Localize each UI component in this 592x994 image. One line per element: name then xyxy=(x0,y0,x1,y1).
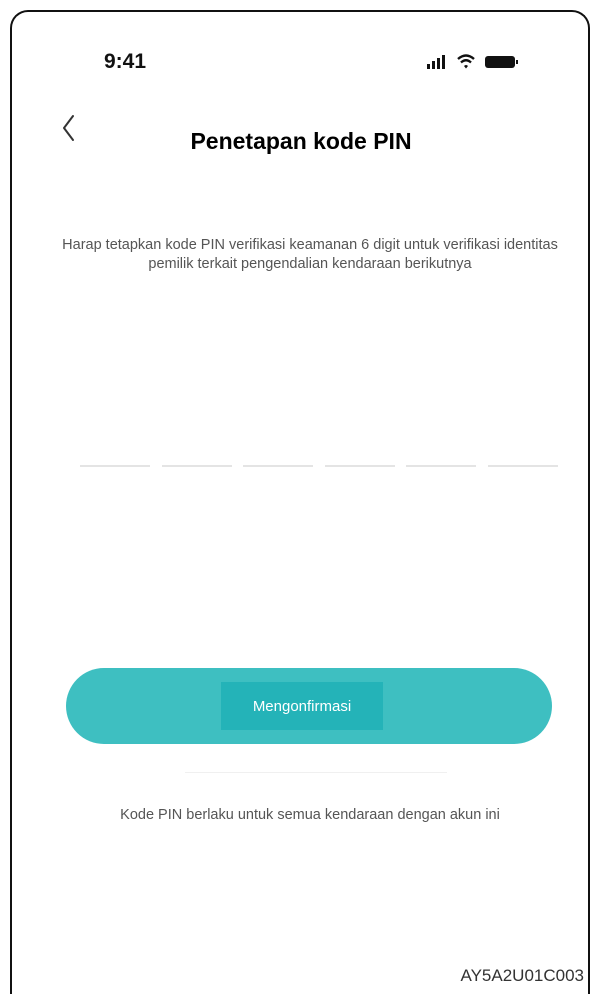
pin-digit-slot-2[interactable] xyxy=(161,465,232,467)
pin-input[interactable] xyxy=(80,465,558,471)
pin-description: Harap tetapkan kode PIN verifikasi keama… xyxy=(62,237,558,272)
divider xyxy=(185,772,447,773)
confirm-button-label[interactable]: Mengonfirmasi xyxy=(221,682,383,730)
phone-frame xyxy=(10,10,590,994)
document-code: AY5A2U01C003 xyxy=(460,966,585,985)
pin-digit-slot-5[interactable] xyxy=(406,465,477,467)
pin-setup-screen: 9:41 Penetapan kode PIN Harap tetapkan k… xyxy=(0,0,592,994)
pin-digit-slot-3[interactable] xyxy=(243,465,314,467)
signal-bars-icon xyxy=(427,55,445,69)
page-title: Penetapan kode PIN xyxy=(190,128,412,154)
pin-digit-slot-4[interactable] xyxy=(324,465,395,467)
pin-digit-slot-6[interactable] xyxy=(487,465,558,467)
status-time: 9:41 xyxy=(104,50,147,73)
pin-digit-slot-1[interactable] xyxy=(80,465,150,467)
wifi-icon xyxy=(457,54,475,69)
status-icons xyxy=(427,52,537,72)
footer-note: Kode PIN berlaku untuk semua kendaraan d… xyxy=(120,807,500,823)
battery-icon xyxy=(485,56,518,68)
